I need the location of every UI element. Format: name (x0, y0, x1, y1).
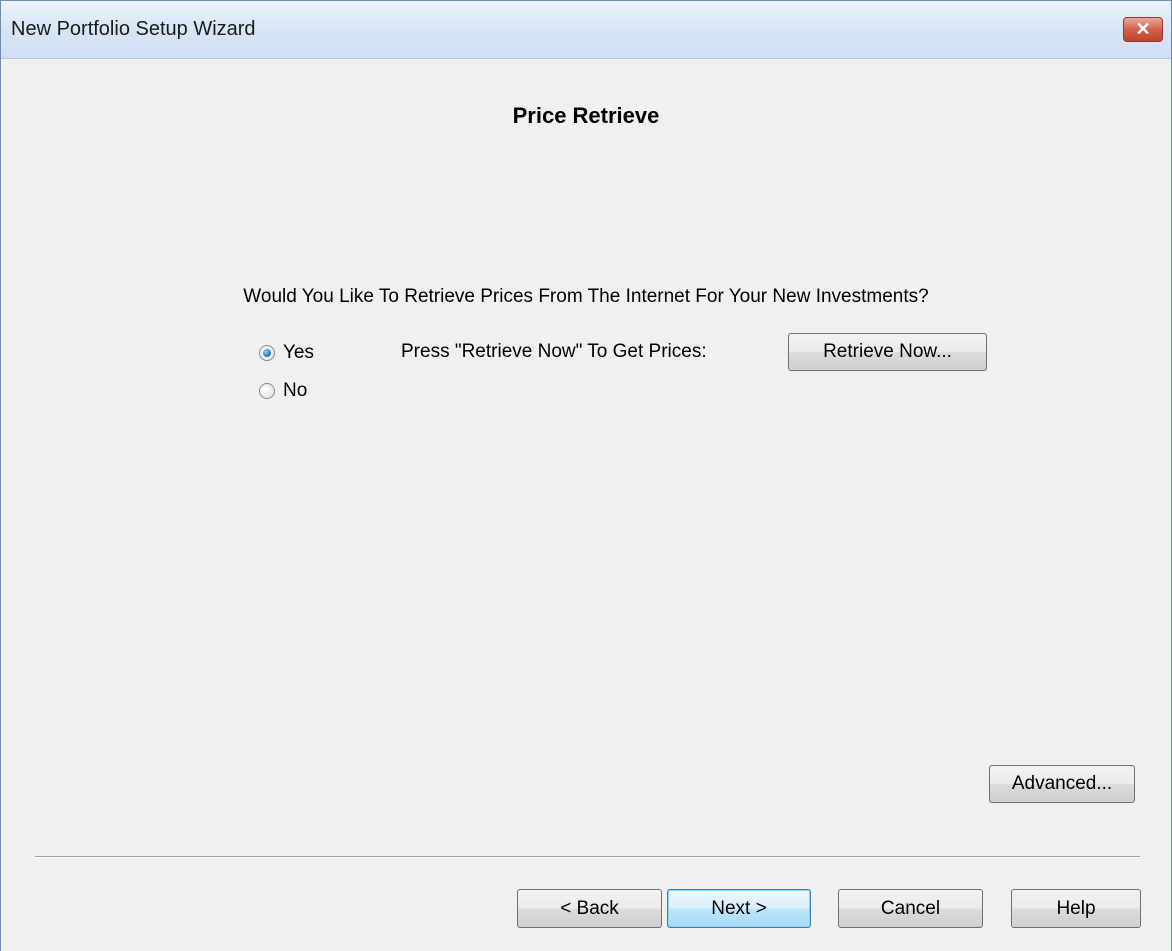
window-title: New Portfolio Setup Wizard (11, 18, 256, 40)
advanced-button[interactable]: Advanced... (989, 765, 1135, 803)
title-bar[interactable]: New Portfolio Setup Wizard ✕ (1, 1, 1171, 59)
close-button[interactable]: ✕ (1123, 17, 1163, 42)
retrieve-question: Would You Like To Retrieve Prices From T… (243, 286, 929, 307)
radio-no[interactable]: No (259, 380, 307, 402)
close-icon: ✕ (1135, 19, 1151, 39)
wizard-window: New Portfolio Setup Wizard ✕ Price Retri… (0, 0, 1172, 951)
radio-no-label: No (283, 380, 308, 401)
wizard-content: Price Retrieve Would You Like To Retriev… (1, 59, 1171, 951)
cancel-button[interactable]: Cancel (838, 889, 983, 928)
help-button[interactable]: Help (1011, 889, 1141, 928)
radio-yes-label: Yes (283, 342, 314, 363)
radio-yes-indicator[interactable] (259, 345, 275, 361)
footer-separator (35, 856, 1140, 858)
retrieve-instruction: Press "Retrieve Now" To Get Prices: (401, 341, 707, 362)
next-button[interactable]: Next > (667, 889, 811, 928)
retrieve-now-button[interactable]: Retrieve Now... (788, 333, 987, 371)
radio-no-indicator[interactable] (259, 383, 275, 399)
page-title: Price Retrieve (512, 103, 660, 128)
back-button[interactable]: < Back (517, 889, 662, 928)
radio-yes[interactable]: Yes (259, 342, 314, 364)
